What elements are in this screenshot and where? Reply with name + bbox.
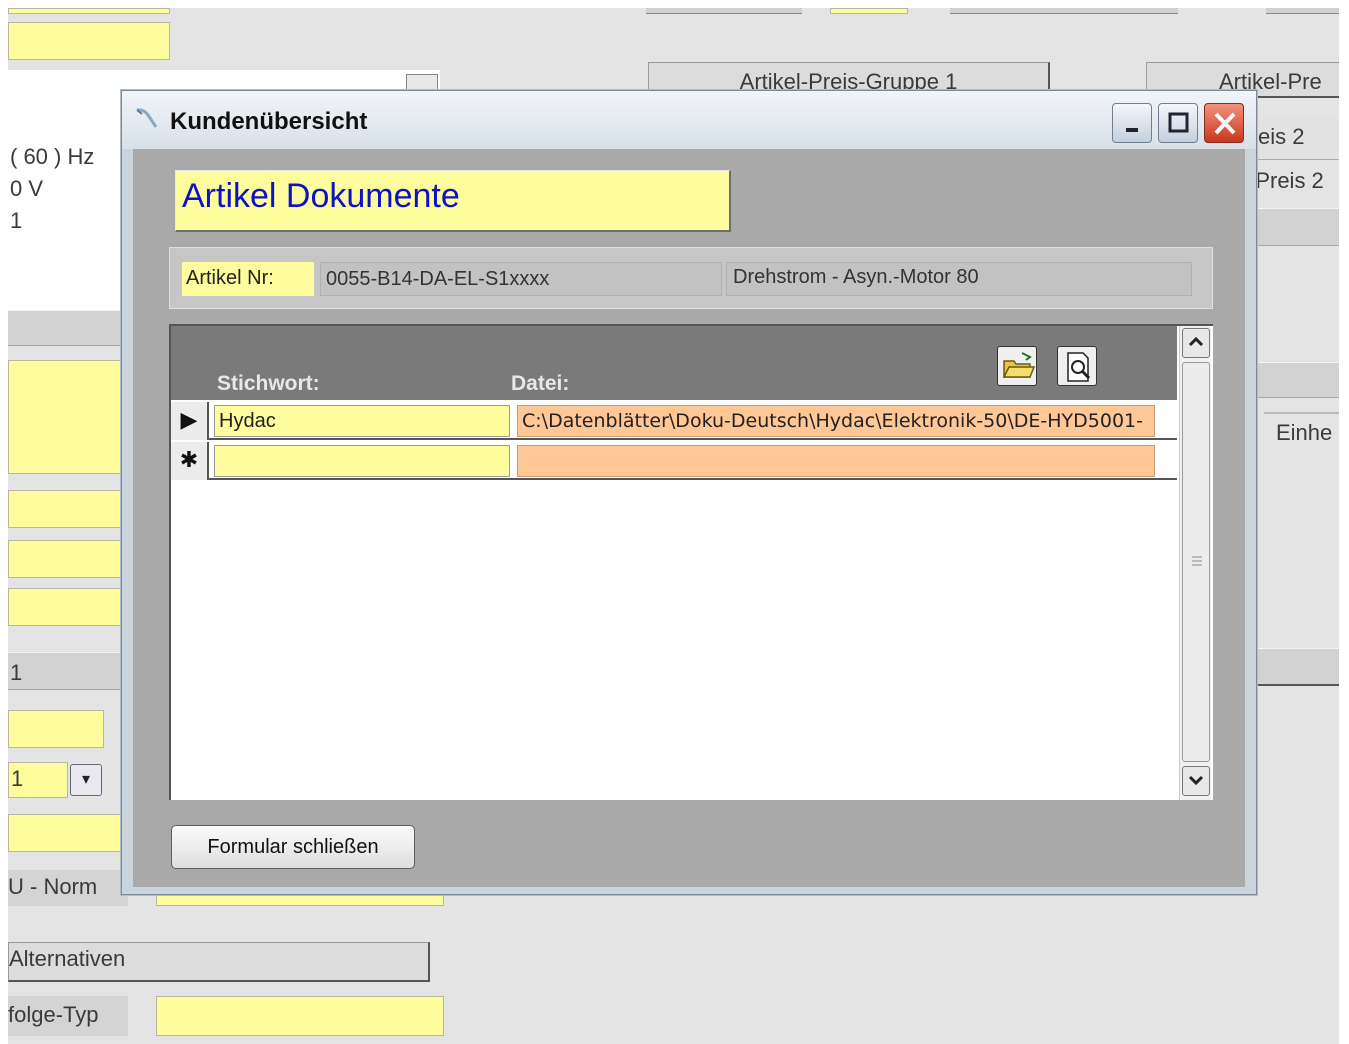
- bg-label-norm: U - Norm: [8, 870, 128, 906]
- article-description-field[interactable]: Drehstrom - Asyn.-Motor 80: [726, 262, 1192, 296]
- minimize-button[interactable]: [1112, 103, 1152, 143]
- table-row-new[interactable]: ✱: [171, 442, 1177, 480]
- column-header-file: Datei:: [511, 372, 570, 395]
- bg-field[interactable]: [8, 8, 170, 14]
- table-row[interactable]: ▶ Hydac C:\Datenblätter\Doku-Deutsch\Hyd…: [171, 402, 1177, 440]
- bg-field[interactable]: [8, 814, 122, 852]
- scroll-thumb[interactable]: [1182, 362, 1210, 762]
- scroll-up-button[interactable]: [1182, 328, 1210, 358]
- scroll-down-button[interactable]: [1182, 766, 1210, 796]
- article-info-bar: Artikel Nr: 0055-B14-DA-EL-S1xxxx Drehst…: [169, 247, 1213, 309]
- bg-bar: [646, 8, 802, 14]
- bg-label-einheit: Einhe: [1264, 412, 1339, 456]
- grip-icon: [1192, 556, 1202, 566]
- bg-field[interactable]: [156, 996, 444, 1036]
- bg-label-n: 1: [10, 208, 23, 233]
- bg-label-volt: 0 V: [10, 176, 44, 201]
- bg-label-folge-typ: folge-Typ: [8, 996, 128, 1036]
- bg-label-hz: ( 60 ) Hz: [10, 144, 95, 169]
- bg-label-preis2: eis 2: [1258, 124, 1305, 149]
- window-titlebar[interactable]: Kundenübersicht: [122, 91, 1256, 149]
- bg-field[interactable]: [8, 540, 122, 578]
- alternativen-button[interactable]: Alternativen: [8, 942, 430, 982]
- bg-dropdown-value: 1: [11, 766, 24, 791]
- bg-bar: [950, 8, 1178, 14]
- record-selector-current[interactable]: ▶: [171, 402, 209, 440]
- subform-header: Stichwort: Datei:: [171, 326, 1177, 400]
- open-folder-button[interactable]: [997, 346, 1037, 386]
- close-icon: [1214, 112, 1236, 135]
- bg-bar: [1248, 208, 1339, 246]
- bg-field[interactable]: [8, 710, 104, 748]
- keyword-cell[interactable]: [214, 445, 510, 477]
- file-path-cell[interactable]: [517, 445, 1155, 477]
- bg-field[interactable]: [8, 490, 122, 528]
- article-number-field[interactable]: 0055-B14-DA-EL-S1xxxx: [320, 262, 722, 296]
- window-title: Kundenübersicht: [170, 108, 368, 135]
- chevron-up-icon: [1188, 336, 1204, 347]
- bg-label-preis2b: -Preis 2: [1248, 168, 1324, 193]
- preview-button[interactable]: [1057, 346, 1097, 386]
- file-path-cell[interactable]: C:\Datenblätter\Doku-Deutsch\Hydac\Elekt…: [517, 405, 1155, 437]
- bg-field[interactable]: [8, 588, 122, 626]
- chevron-down-icon[interactable]: ▾: [70, 764, 102, 796]
- column-header-keyword: Stichwort:: [217, 372, 320, 395]
- app-window-icon: [134, 105, 160, 131]
- bg-field[interactable]: [8, 22, 170, 60]
- close-form-button[interactable]: Formular schließen: [171, 825, 415, 869]
- open-folder-icon: [1002, 352, 1036, 378]
- maximize-button[interactable]: [1158, 103, 1198, 143]
- minimize-icon: [1126, 128, 1138, 132]
- bg-bar: [1248, 362, 1339, 398]
- form-heading: Artikel Dokumente: [175, 170, 731, 232]
- bg-field[interactable]: [830, 8, 908, 14]
- record-selector-new[interactable]: ✱: [171, 442, 209, 480]
- bg-label-n2: 1: [10, 660, 23, 685]
- article-number-label: Artikel Nr:: [182, 262, 314, 296]
- close-window-button[interactable]: [1204, 103, 1244, 143]
- maximize-icon: [1168, 112, 1189, 133]
- kundenuebersicht-window: Kundenübersicht Artikel Dokumente Artike…: [121, 90, 1257, 895]
- bg-field[interactable]: [8, 360, 122, 474]
- bg-bar: [1266, 8, 1339, 14]
- documents-subform: Stichwort: Datei: ▶ Hydac C:\Datenblätte…: [169, 324, 1213, 800]
- keyword-cell[interactable]: Hydac: [214, 405, 510, 437]
- chevron-down-icon: [1188, 775, 1204, 786]
- bg-bar: [8, 652, 128, 690]
- vertical-scrollbar[interactable]: [1179, 326, 1211, 800]
- bg-bar: [1248, 648, 1339, 686]
- document-preview-icon: [1067, 352, 1091, 382]
- form-client-area: Artikel Dokumente Artikel Nr: 0055-B14-D…: [133, 149, 1245, 887]
- bg-bar: [8, 310, 128, 346]
